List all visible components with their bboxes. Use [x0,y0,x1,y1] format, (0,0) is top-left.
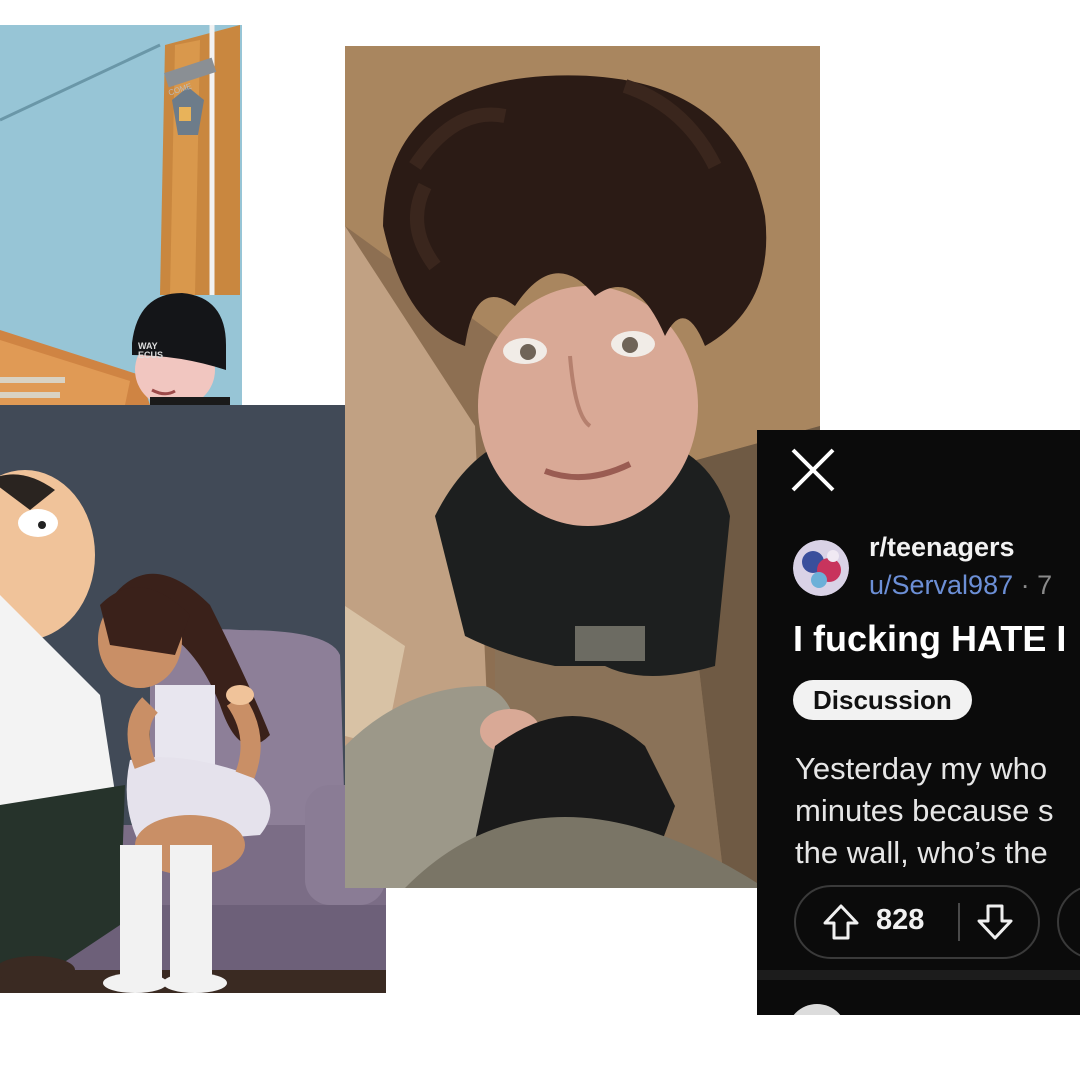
reddit-post-card: r/teenagers u/Serval987 · 7 I fucking HA… [757,430,1080,1015]
post-body-line: the wall, who’s the [795,835,1048,870]
vote-divider [958,903,960,941]
selfie-photo [345,46,820,888]
beanie-logo-text: WAY ECUS [138,341,164,360]
post-author-line: u/Serval987 · 7 [869,570,1052,601]
post-title: I fucking HATE I [793,618,1067,659]
card-divider [757,970,1080,980]
arrow-down-icon [977,904,1013,940]
subreddit-avatar[interactable] [793,540,849,596]
upvote-button[interactable] [822,903,860,941]
next-post-avatar[interactable] [787,1004,847,1015]
close-icon [791,448,835,492]
post-body-line: minutes because s [795,793,1054,828]
cartoon-photo [0,405,386,993]
comments-button[interactable] [1057,885,1080,959]
vote-controls: 828 [794,885,1040,959]
post-author[interactable]: u/Serval987 [869,570,1013,600]
post-flair[interactable]: Discussion [793,680,972,720]
vote-count: 828 [876,904,925,936]
close-button[interactable] [787,444,839,496]
downvote-button[interactable] [976,903,1014,941]
post-body-line: Yesterday my who [795,751,1048,786]
beanie-photo: WAY ECUS COME [0,25,242,405]
arrow-up-icon [823,904,859,940]
post-body: Yesterday my who minutes because s the w… [795,748,1053,874]
subreddit-name[interactable]: r/teenagers [869,532,1015,563]
post-age: · 7 [1013,570,1053,600]
